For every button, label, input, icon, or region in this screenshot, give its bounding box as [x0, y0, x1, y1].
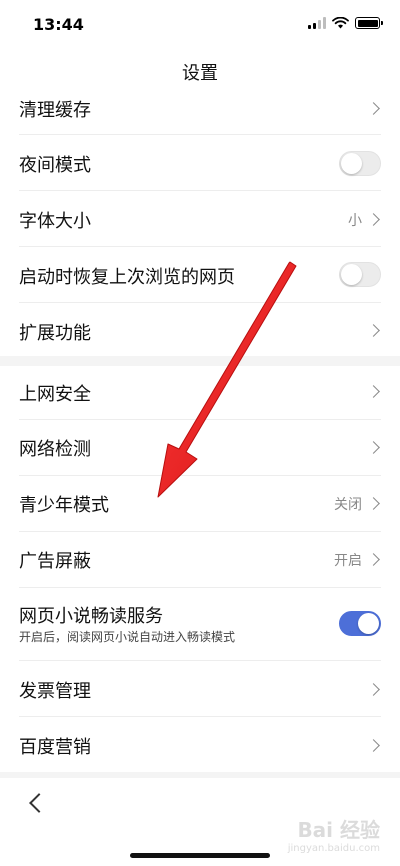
chevron-right-icon — [367, 385, 380, 398]
home-indicator[interactable] — [130, 853, 270, 858]
chevron-right-icon — [367, 324, 380, 337]
row-label: 上网安全 — [19, 384, 91, 405]
chevron-right-icon — [367, 102, 380, 115]
row-ad-block[interactable]: 广告屏蔽 开启 — [0, 532, 400, 587]
row-label: 字体大小 — [19, 211, 91, 232]
row-value: 开启 — [334, 553, 362, 569]
row-label: 广告屏蔽 — [19, 551, 91, 572]
row-label: 发票管理 — [19, 681, 91, 702]
watermark-main: Bai 经验 — [297, 818, 380, 842]
row-baidu-marketing[interactable]: 百度营销 — [0, 717, 400, 772]
row-teen-mode[interactable]: 青少年模式 关闭 — [0, 476, 400, 531]
row-label: 启动时恢复上次浏览的网页 — [19, 267, 235, 288]
wifi-icon — [332, 17, 349, 29]
row-label: 清理缓存 — [19, 100, 91, 121]
back-arrow-icon[interactable] — [29, 793, 49, 813]
chevron-right-icon — [367, 497, 380, 510]
settings-screen: 13:44 设置 清理缓存 夜间模式 字体大小 小 启动时恢复上次浏览的网页 扩… — [0, 0, 400, 866]
row-subtitle: 开启后，阅读网页小说自动进入畅读模式 — [19, 630, 236, 644]
signal-icon — [308, 17, 326, 29]
row-label: 网络检测 — [19, 439, 91, 460]
watermark-sub: jingyan.baidu.com — [287, 843, 380, 854]
chevron-right-icon — [367, 213, 380, 226]
restore-pages-toggle[interactable] — [339, 262, 381, 287]
row-label: 夜间模式 — [19, 155, 91, 176]
chevron-right-icon — [367, 683, 380, 696]
row-browsing-security[interactable]: 上网安全 — [0, 366, 400, 419]
row-label: 青少年模式 — [19, 495, 109, 516]
page-title: 设置 — [182, 63, 218, 84]
novel-reader-toggle[interactable] — [339, 611, 381, 636]
row-invoice-management[interactable]: 发票管理 — [0, 661, 400, 716]
status-icons — [308, 17, 383, 29]
section-gap — [0, 356, 400, 366]
row-label: 百度营销 — [19, 737, 91, 758]
row-value: 小 — [348, 213, 362, 229]
row-value: 关闭 — [334, 497, 362, 513]
row-label: 扩展功能 — [19, 323, 91, 344]
row-extensions[interactable]: 扩展功能 — [0, 303, 400, 358]
row-network-check[interactable]: 网络检测 — [0, 420, 400, 475]
row-night-mode[interactable]: 夜间模式 — [0, 135, 400, 190]
row-clear-cache[interactable]: 清理缓存 — [0, 92, 400, 132]
watermark: Bai 经验 jingyan.baidu.com — [288, 814, 380, 854]
night-mode-toggle[interactable] — [339, 151, 381, 176]
status-bar: 13:44 — [0, 0, 400, 50]
status-time: 13:44 — [33, 15, 84, 34]
row-label: 网页小说畅读服务 — [19, 606, 163, 627]
chevron-right-icon — [367, 553, 380, 566]
row-novel-reader[interactable]: 网页小说畅读服务 开启后，阅读网页小说自动进入畅读模式 — [0, 588, 400, 660]
row-font-size[interactable]: 字体大小 小 — [0, 191, 400, 246]
chevron-right-icon — [367, 739, 380, 752]
battery-icon — [355, 17, 383, 29]
chevron-right-icon — [367, 441, 380, 454]
row-restore-last-pages[interactable]: 启动时恢复上次浏览的网页 — [0, 247, 400, 302]
